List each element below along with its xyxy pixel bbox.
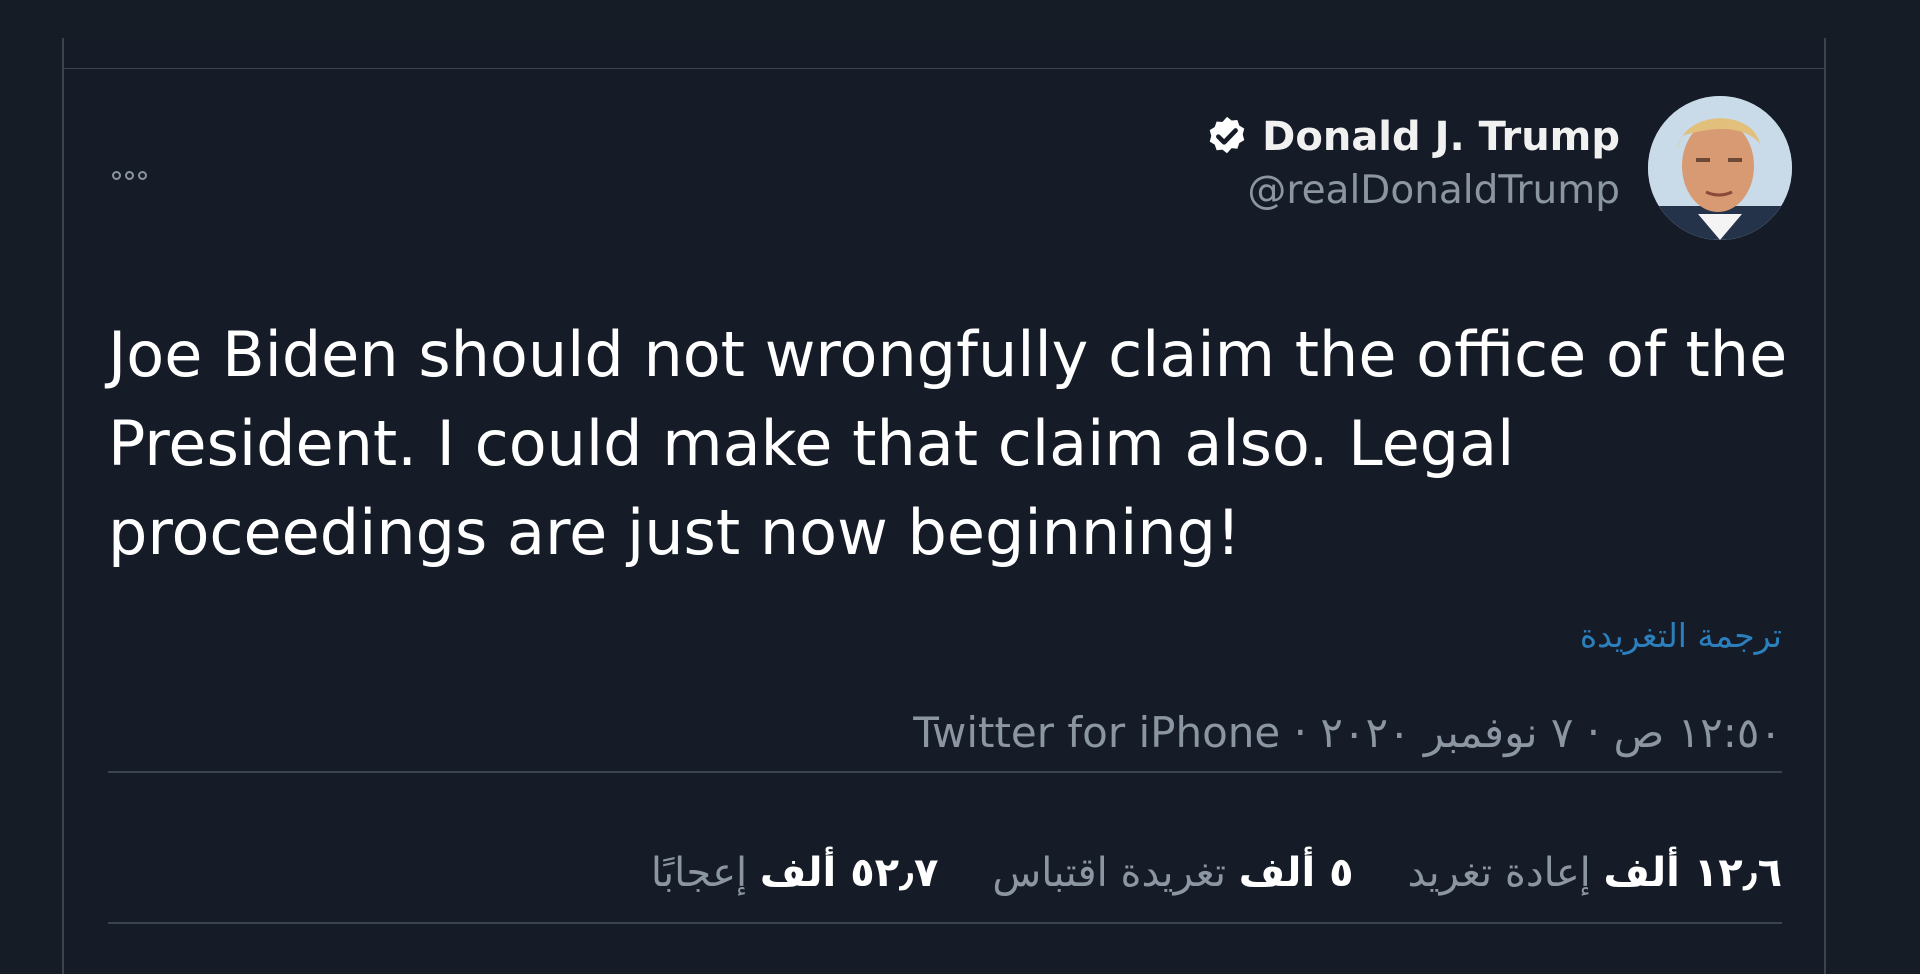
more-dot-icon bbox=[112, 170, 121, 180]
verified-badge-icon bbox=[1209, 116, 1245, 154]
tweet-card: Donald J. Trump @realDonaldTrump Joe Bid… bbox=[62, 38, 1826, 974]
likes-label: إعجابًا bbox=[650, 850, 748, 896]
card-top-divider bbox=[64, 68, 1824, 69]
stats-bottom-divider bbox=[108, 922, 1782, 924]
author-name-row: Donald J. Trump bbox=[1204, 114, 1620, 160]
more-options-button[interactable] bbox=[112, 160, 166, 190]
more-dot-icon bbox=[138, 170, 147, 180]
quotes-count: ٥ ألف bbox=[1238, 850, 1354, 896]
author-handle[interactable]: @realDonaldTrump bbox=[1204, 168, 1620, 214]
tweet-stats: ١٢٫٦ ألف إعادة تغريد ٥ ألف تغريدة اقتباس… bbox=[651, 850, 1782, 896]
retweets-label: إعادة تغريد bbox=[1407, 850, 1591, 896]
quotes-label: تغريدة اقتباس bbox=[992, 850, 1227, 896]
likes-stat[interactable]: ٥٢٫٧ ألف إعجابًا bbox=[651, 850, 939, 896]
retweets-stat[interactable]: ١٢٫٦ ألف إعادة تغريد bbox=[1408, 850, 1782, 896]
stats-top-divider bbox=[108, 771, 1782, 773]
tweet-text: Joe Biden should not wrongfully claim th… bbox=[108, 318, 1788, 569]
tweet-author: Donald J. Trump @realDonaldTrump bbox=[1204, 96, 1792, 240]
translate-tweet-link[interactable]: ترجمة التغريدة bbox=[1580, 616, 1782, 655]
retweets-count: ١٢٫٦ ألف bbox=[1603, 850, 1782, 896]
quotes-stat[interactable]: ٥ ألف تغريدة اقتباس bbox=[992, 850, 1353, 896]
likes-count: ٥٢٫٧ ألف bbox=[759, 850, 939, 896]
author-info: Donald J. Trump @realDonaldTrump bbox=[1204, 114, 1620, 214]
tweet-metadata[interactable]: ١٢:٥٠ ص · ٧ نوفمبر ٢٠٢٠ · Twitter for iP… bbox=[913, 708, 1782, 757]
more-dot-icon bbox=[125, 170, 134, 180]
author-display-name[interactable]: Donald J. Trump bbox=[1262, 114, 1620, 160]
author-avatar[interactable] bbox=[1648, 96, 1792, 240]
